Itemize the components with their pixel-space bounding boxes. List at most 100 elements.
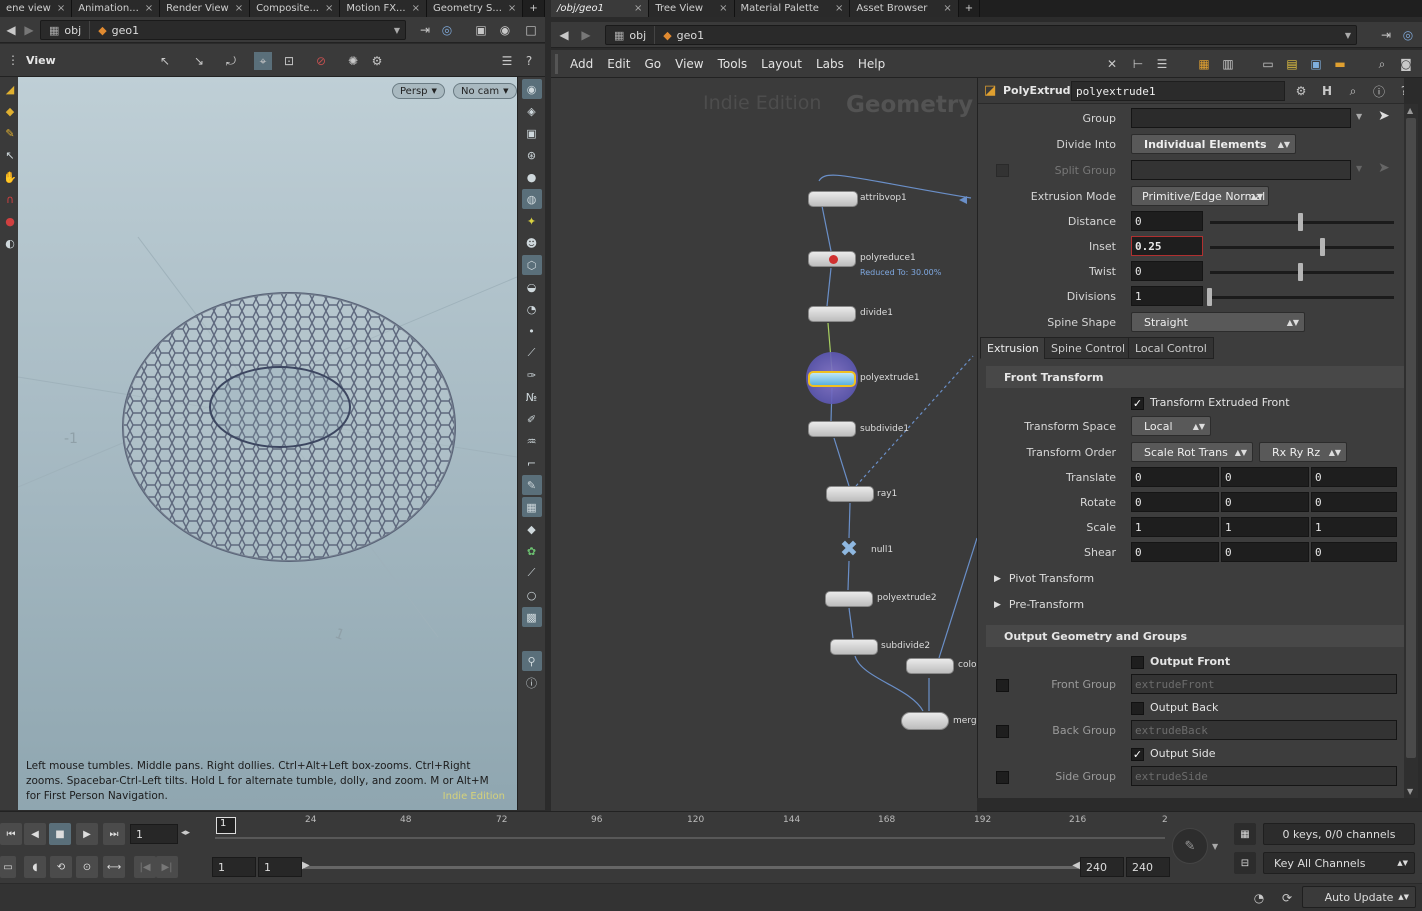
visibility-icon[interactable]: ◉ (521, 79, 542, 99)
range-start-visible-field[interactable]: 1 (258, 857, 302, 877)
gear-icon[interactable]: ⚙ (1292, 82, 1310, 100)
folder-icon[interactable]: ▬ (1331, 55, 1349, 73)
tab-render-view[interactable]: Render View × (160, 0, 251, 17)
snap-points-icon[interactable]: ◆ (0, 101, 20, 121)
divide-into-menu[interactable]: Individual Elements ▲▼ (1131, 134, 1296, 154)
hda-icon[interactable]: H (1318, 82, 1336, 100)
node-polyextrude1[interactable] (808, 371, 856, 387)
scale-x-field[interactable]: 1 (1131, 517, 1219, 537)
keys-channels-info[interactable]: 0 keys, 0/0 channels (1263, 823, 1415, 845)
3d-viewport[interactable]: Persp ▼ No cam ▼ -1 1 Left mouse tumbles. … (18, 77, 517, 810)
bucket-icon[interactable]: ♒ (522, 431, 542, 451)
camera-icon[interactable]: ◐ (0, 233, 20, 253)
tab-motion-fx[interactable]: Motion FX... × (340, 0, 427, 17)
translate-z-field[interactable]: 0 (1311, 467, 1397, 487)
tab-network-editor[interactable]: /obj/geo1 × (551, 0, 650, 17)
node-subdivide2[interactable] (830, 639, 878, 655)
close-icon[interactable]: × (57, 3, 65, 14)
tweak-icon[interactable]: ✋ (0, 167, 20, 187)
rotate-z-field[interactable]: 0 (1311, 492, 1397, 512)
breadcrumb-geo[interactable]: ◆ geo1 (655, 26, 712, 44)
tab-geometry-spreadsheet[interactable]: Geometry S... × (426, 0, 524, 17)
refresh-icon[interactable]: ⟳ (1278, 889, 1296, 907)
display-options-icon[interactable]: ▣ (472, 21, 490, 39)
group-field[interactable] (1131, 108, 1351, 128)
forward-arrow-icon[interactable]: ▶ (577, 26, 595, 44)
group-dropdown-icon[interactable]: ▼ (1356, 112, 1362, 121)
circle-icon[interactable]: ○ (522, 585, 542, 605)
range-slider[interactable]: ▶ ◀ (302, 860, 1080, 871)
output-geometry-section[interactable]: Output Geometry and Groups (986, 625, 1404, 647)
snapshot-icon[interactable]: ◉ (496, 21, 514, 39)
points-icon[interactable]: • (522, 321, 542, 341)
list-view-icon[interactable]: ☰ (1153, 55, 1171, 73)
tab-spine-control[interactable]: Spine Control (1044, 337, 1133, 359)
range-end-visible-field[interactable]: 240 (1080, 857, 1124, 877)
rotate-y-field[interactable]: 0 (1221, 492, 1309, 512)
chevron-down-icon[interactable]: ▼ (394, 26, 400, 35)
tab-animation[interactable]: Animation... × (72, 0, 161, 17)
select-arrow-icon[interactable]: ➤ (1378, 108, 1390, 124)
node-subdivide1[interactable] (808, 421, 856, 437)
pivot-transform-folder[interactable]: ▶ Pivot Transform (994, 572, 1094, 585)
breadcrumb-obj[interactable]: ▦ obj (606, 26, 656, 44)
scroll-up-icon[interactable]: ▲ (1407, 106, 1413, 115)
close-icon[interactable]: × (412, 3, 420, 14)
network-editor[interactable]: Indie Edition Geometry attribvop1 polyre… (551, 78, 977, 811)
divisions-slider[interactable] (1207, 288, 1394, 306)
move-tool-icon[interactable]: ↘ (190, 52, 208, 70)
node-divide1[interactable] (808, 306, 856, 322)
path-field[interactable]: ▦ obj ◆ geo1 ▼ (40, 20, 406, 40)
path-field[interactable]: ▦ obj ◆ geo1 ▼ (605, 25, 1357, 45)
menu-edit[interactable]: Edit (607, 57, 630, 71)
tab-tree-view[interactable]: Tree View × (649, 0, 735, 17)
pin-icon[interactable]: ⇥ (1377, 26, 1395, 44)
output-front-checkbox[interactable] (1131, 656, 1144, 669)
line-icon[interactable]: ⟋ (522, 563, 542, 583)
range-start-handle[interactable]: ▶ (302, 860, 310, 871)
snap-icon[interactable]: ⊛ (522, 145, 542, 165)
close-icon[interactable]: × (235, 3, 243, 14)
key-options-icon[interactable]: ⊟ (1234, 852, 1256, 874)
pen-icon[interactable]: ✑ (522, 365, 542, 385)
front-transform-section[interactable]: Front Transform (986, 366, 1404, 388)
scale-y-field[interactable]: 1 (1221, 517, 1309, 537)
loop-icon[interactable]: ⟲ (50, 856, 72, 878)
slider-knob[interactable] (1298, 213, 1303, 231)
output-back-checkbox[interactable] (1131, 702, 1144, 715)
tab-local-control[interactable]: Local Control (1128, 337, 1214, 359)
inset-field[interactable]: 0.25 (1131, 236, 1203, 256)
close-icon[interactable]: × (145, 3, 153, 14)
back-arrow-icon[interactable]: ◀ (555, 26, 573, 44)
translate-x-field[interactable]: 0 (1131, 467, 1219, 487)
channel-list-icon[interactable]: ▦ (1234, 823, 1256, 845)
realtime-icon[interactable]: ⊙ (76, 856, 98, 878)
distance-slider[interactable] (1210, 213, 1394, 231)
bug-icon[interactable]: ✿ (522, 541, 542, 561)
node-attribvop1[interactable] (808, 191, 858, 207)
breadcrumb-geo[interactable]: ◆ geo1 (90, 21, 147, 39)
parm-scrollbar[interactable]: ▲ ▼ (1404, 104, 1418, 798)
tab-asset-browser[interactable]: Asset Browser × (850, 0, 959, 17)
key-all-channels-button[interactable]: Key All Channels ▲▼ (1263, 852, 1415, 874)
step-back-icon[interactable]: ◂▸ (181, 828, 190, 838)
spine-shape-menu[interactable]: Straight ▲▼ (1131, 312, 1305, 332)
add-tab-button[interactable]: + (958, 0, 981, 17)
select-icon[interactable]: ↖ (0, 145, 20, 165)
smooth-icon[interactable]: ◒ (522, 277, 542, 297)
close-icon[interactable]: × (943, 3, 951, 14)
curve-icon[interactable]: ⌐ (522, 453, 542, 473)
camera-tool-icon[interactable]: ⌖ (254, 52, 272, 70)
extrusion-mode-menu[interactable]: Primitive/Edge Normal ▲▼ (1131, 186, 1269, 206)
image-icon[interactable]: ▣ (1307, 55, 1325, 73)
transform-space-menu[interactable]: Local ▲▼ (1131, 416, 1211, 436)
play-reverse-button[interactable]: ◀ (24, 823, 46, 845)
prev-key-icon[interactable]: |◀ (134, 856, 156, 878)
chat-icon[interactable]: ◔ (1250, 889, 1268, 907)
paint-icon[interactable]: ✐ (522, 409, 542, 429)
search-icon[interactable]: ⌕ (1344, 82, 1362, 100)
network-box-icon[interactable]: ▭ (1259, 55, 1277, 73)
lighting-icon[interactable]: ◍ (521, 189, 542, 209)
select-tool-icon[interactable]: ↖ (156, 52, 174, 70)
shear-x-field[interactable]: 0 (1131, 542, 1219, 562)
